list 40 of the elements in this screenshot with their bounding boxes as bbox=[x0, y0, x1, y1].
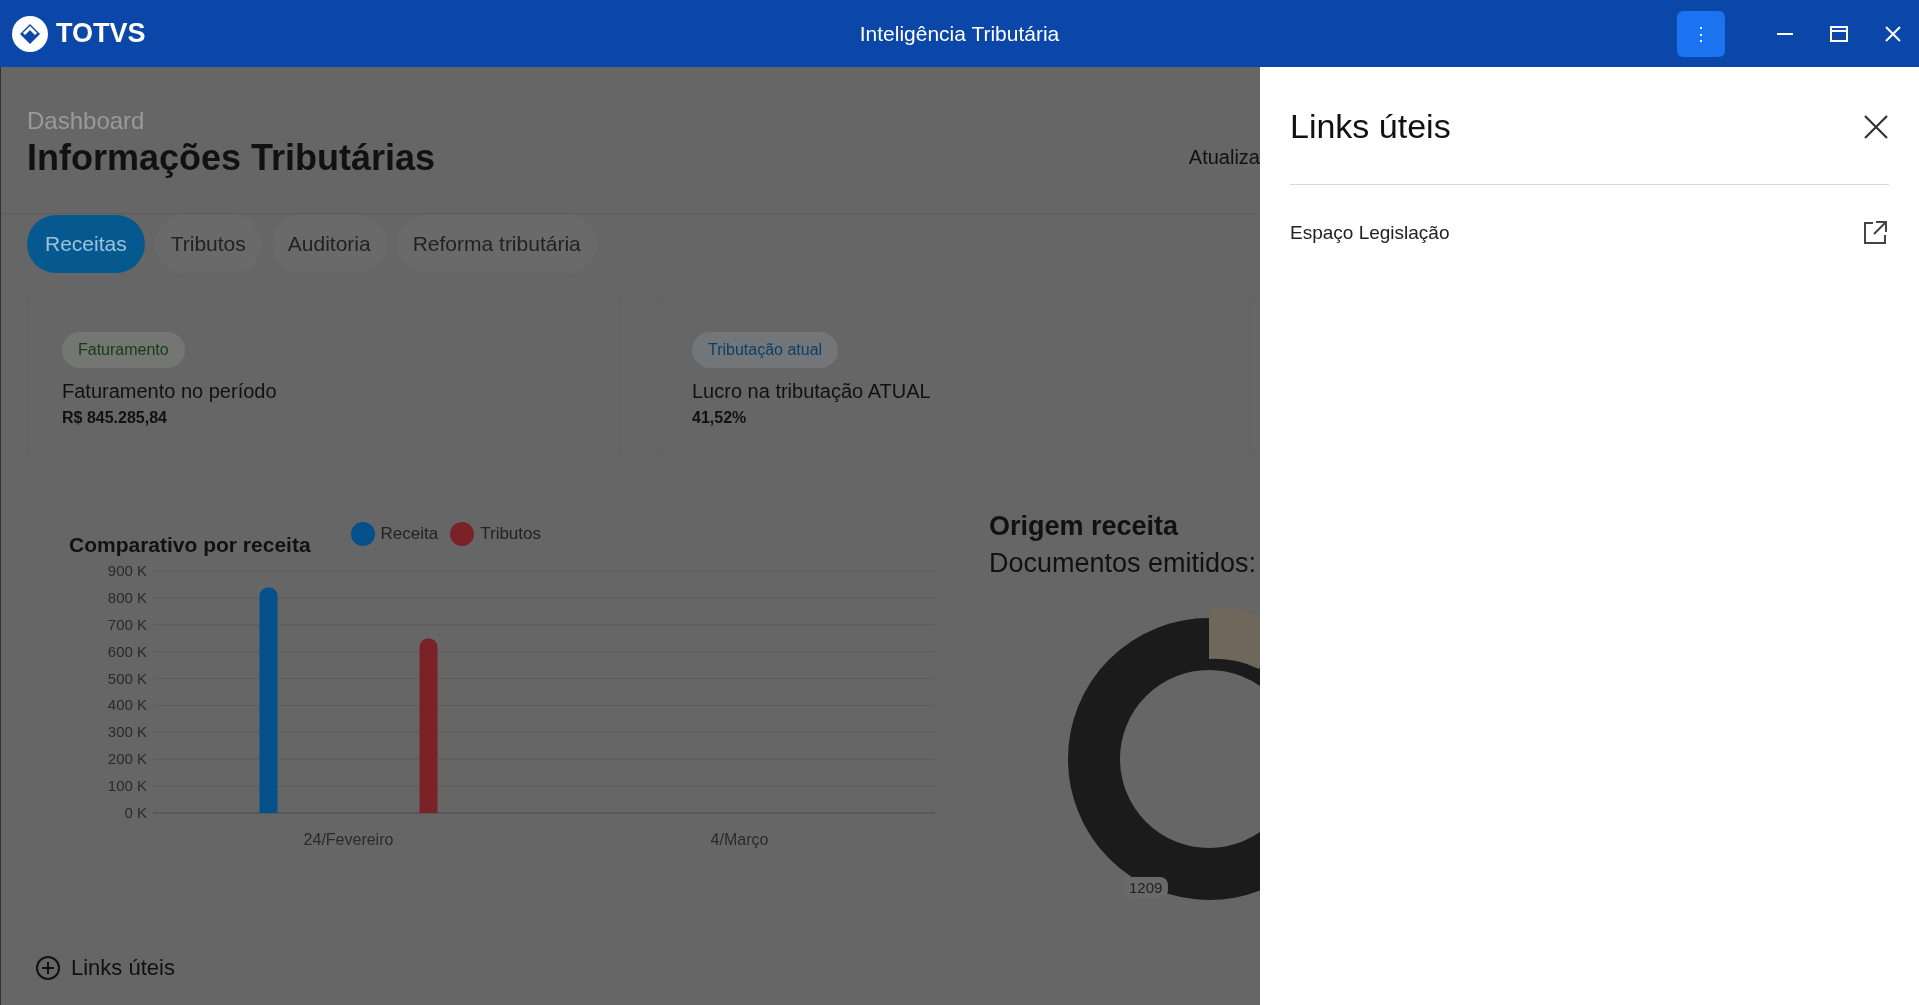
window-title: Inteligência Tributária bbox=[859, 21, 1060, 45]
chart-title: Comparativo por receita bbox=[69, 533, 311, 557]
card-value: 41,52% bbox=[692, 409, 748, 427]
tab[interactable]: Reforma tributária bbox=[396, 215, 597, 273]
tag: Tributação atual bbox=[692, 332, 839, 368]
drawer-title: Links úteis bbox=[1290, 107, 1451, 146]
x-tick-label: 24/Fevereiro bbox=[303, 831, 394, 848]
y-tick-label: 100 K bbox=[107, 777, 147, 795]
x-tick-label: 4/Março bbox=[710, 831, 769, 848]
y-tick-label: 900 K bbox=[107, 562, 147, 579]
y-tick-label: 200 K bbox=[107, 750, 147, 768]
card-label: Lucro na tributação ATUAL bbox=[692, 380, 932, 403]
card-value: R$ 845.285,84 bbox=[62, 409, 168, 427]
menu-button[interactable]: ⋮ bbox=[1677, 10, 1725, 57]
tab[interactable]: Receitas bbox=[27, 215, 145, 273]
legend-label: Tributos bbox=[480, 524, 541, 544]
external-link-icon[interactable] bbox=[1861, 219, 1889, 247]
y-tick-label: 600 K bbox=[107, 642, 147, 660]
y-tick-label: 0 K bbox=[124, 804, 147, 821]
logo-icon bbox=[10, 13, 50, 54]
chart-subtitle: Documentos emitidos: bbox=[989, 548, 1258, 579]
tab[interactable]: Auditoria bbox=[271, 215, 387, 273]
y-tick-label: 700 K bbox=[107, 615, 147, 633]
y-tick-label: 300 K bbox=[107, 723, 147, 741]
brand-name: TOTVS bbox=[56, 18, 146, 49]
legend-label: Receita bbox=[380, 524, 439, 544]
y-tick-label: 800 K bbox=[107, 588, 147, 606]
y-tick-label: 400 K bbox=[107, 696, 147, 714]
chart-title: Origem receita bbox=[989, 511, 1180, 542]
plus-circle-icon bbox=[35, 955, 61, 981]
links-button[interactable]: Links úteis bbox=[35, 955, 1260, 981]
tag: Faturamento bbox=[62, 332, 185, 368]
link[interactable]: Espaço Legislação bbox=[1290, 222, 1450, 244]
y-tick-label: 500 K bbox=[107, 669, 147, 687]
close-icon[interactable] bbox=[1863, 113, 1889, 140]
update-text: Atualiza bbox=[1188, 145, 1260, 169]
card-label: Faturamento no período bbox=[62, 380, 278, 403]
slice-label: 1209 bbox=[1123, 877, 1169, 898]
tab[interactable]: Tributos bbox=[154, 215, 262, 273]
page-title: Informações Tributárias bbox=[27, 137, 436, 179]
